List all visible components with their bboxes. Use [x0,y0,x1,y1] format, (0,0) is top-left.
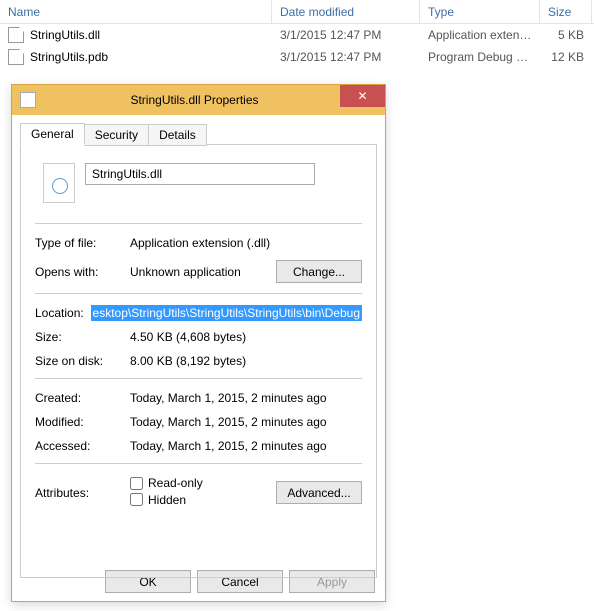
readonly-checkbox-wrap[interactable]: Read-only [130,476,203,490]
value-size: 4.50 KB (4,608 bytes) [130,330,362,344]
label-created: Created: [35,391,130,405]
tab-details[interactable]: Details [148,124,207,146]
value-opens-with: Unknown application [130,265,276,279]
titlebar[interactable]: StringUtils.dll Properties ✕ [12,85,385,115]
label-size-on-disk: Size on disk: [35,354,130,368]
file-name: StringUtils.dll [30,28,100,42]
value-modified: Today, March 1, 2015, 2 minutes ago [130,415,362,429]
label-attributes: Attributes: [35,486,130,500]
readonly-label: Read-only [148,476,203,490]
readonly-checkbox[interactable] [130,477,143,490]
column-header-type[interactable]: Type [420,0,540,23]
divider [35,378,362,379]
file-type: Program Debug D... [420,50,540,64]
divider [35,223,362,224]
file-date: 3/1/2015 12:47 PM [272,28,420,42]
file-size: 12 KB [540,50,592,64]
value-created: Today, March 1, 2015, 2 minutes ago [130,391,362,405]
label-size: Size: [35,330,130,344]
file-list-header: Name Date modified Type Size [0,0,594,24]
value-type-of-file: Application extension (.dll) [130,236,362,250]
value-location[interactable]: esktop\StringUtils\StringUtils\StringUti… [91,305,362,321]
pdb-file-icon [8,49,24,65]
divider [35,463,362,464]
divider [35,293,362,294]
hidden-checkbox-wrap[interactable]: Hidden [130,493,186,507]
file-size: 5 KB [540,28,592,42]
label-type-of-file: Type of file: [35,236,130,250]
label-location: Location: [35,306,91,320]
tab-security[interactable]: Security [84,124,149,146]
hidden-checkbox[interactable] [130,493,143,506]
column-header-date[interactable]: Date modified [272,0,420,23]
column-header-size[interactable]: Size [540,0,592,23]
label-opens-with: Opens with: [35,265,130,279]
properties-dialog: StringUtils.dll Properties ✕ General Sec… [11,84,386,602]
file-name: StringUtils.pdb [30,50,108,64]
advanced-button[interactable]: Advanced... [276,481,362,504]
file-row[interactable]: StringUtils.pdb 3/1/2015 12:47 PM Progra… [0,46,594,68]
label-accessed: Accessed: [35,439,130,453]
close-icon: ✕ [357,89,367,103]
dll-file-icon [8,27,24,43]
tab-general[interactable]: General [20,123,85,145]
window-icon [20,92,36,108]
value-size-on-disk: 8.00 KB (8,192 bytes) [130,354,362,368]
value-accessed: Today, March 1, 2015, 2 minutes ago [130,439,362,453]
filename-input[interactable]: StringUtils.dll [85,163,315,185]
close-button[interactable]: ✕ [340,85,385,107]
tab-bar: General Security Details [20,123,377,145]
label-modified: Modified: [35,415,130,429]
file-date: 3/1/2015 12:47 PM [272,50,420,64]
column-header-name[interactable]: Name [0,0,272,23]
hidden-label: Hidden [148,493,186,507]
file-type: Application extens... [420,28,540,42]
window-title: StringUtils.dll Properties [44,93,345,107]
file-row[interactable]: StringUtils.dll 3/1/2015 12:47 PM Applic… [0,24,594,46]
change-button[interactable]: Change... [276,260,362,283]
file-type-icon [43,163,75,203]
tab-panel-general: StringUtils.dll Type of file: Applicatio… [20,144,377,578]
